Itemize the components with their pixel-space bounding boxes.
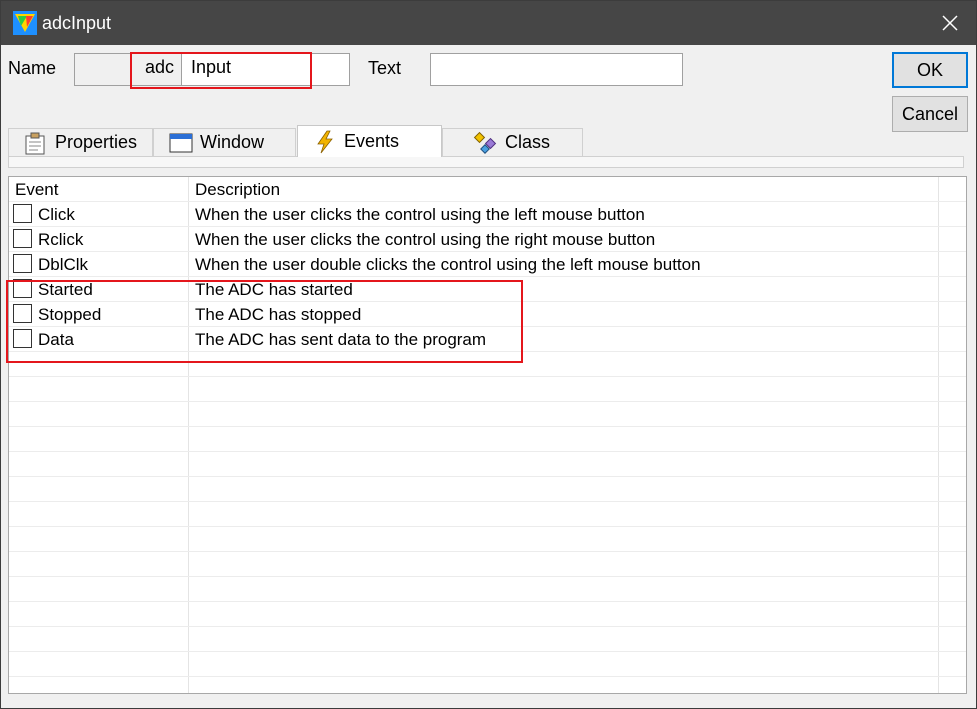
- table-header: Event Description: [9, 177, 966, 202]
- cancel-button[interactable]: Cancel: [892, 96, 968, 132]
- empty-row: [9, 527, 966, 552]
- event-description: When the user double clicks the control …: [195, 255, 701, 274]
- empty-row: [9, 502, 966, 527]
- empty-row: [9, 577, 966, 602]
- table-row: Rclick When the user clicks the control …: [9, 227, 966, 252]
- table-row: Started The ADC has started: [9, 277, 966, 302]
- properties-icon: [25, 132, 45, 154]
- table-row: Data The ADC has sent data to the progra…: [9, 327, 966, 352]
- empty-row: [9, 552, 966, 577]
- empty-row: [9, 627, 966, 652]
- event-column-header: Event: [15, 180, 59, 199]
- tab-window[interactable]: Window: [153, 128, 296, 156]
- event-name: Started: [38, 280, 93, 299]
- event-name: Data: [38, 330, 74, 349]
- event-description: The ADC has stopped: [195, 305, 362, 324]
- empty-row: [9, 352, 966, 377]
- event-description: When the user clicks the control using t…: [195, 205, 645, 224]
- ok-button[interactable]: OK: [892, 52, 968, 88]
- tab-label: Properties: [55, 132, 138, 152]
- text-label: Text: [368, 58, 402, 78]
- event-name: DblClk: [38, 255, 89, 274]
- title-bar[interactable]: adcInput: [1, 1, 976, 45]
- event-description: The ADC has started: [195, 280, 353, 299]
- event-description: The ADC has sent data to the program: [195, 330, 487, 349]
- event-checkbox[interactable]: [13, 329, 32, 348]
- event-checkbox[interactable]: [13, 279, 32, 298]
- table-row: Stopped The ADC has stopped: [9, 302, 966, 327]
- empty-row: [9, 402, 966, 427]
- table-row: DblClk When the user double clicks the c…: [9, 252, 966, 277]
- event-checkbox[interactable]: [13, 204, 32, 223]
- tab-properties[interactable]: Properties: [8, 128, 153, 156]
- window-icon: [169, 133, 193, 152]
- dialog-window: adcInput Name adc Input Text OK Cancel P…: [0, 0, 977, 709]
- name-input[interactable]: Input: [181, 53, 350, 86]
- events-table: Event Description Click When the user cl…: [8, 176, 967, 694]
- empty-row: [9, 602, 966, 627]
- close-button[interactable]: [924, 1, 976, 45]
- empty-row: [9, 477, 966, 502]
- tab-label: Window: [200, 132, 265, 152]
- empty-row: [9, 427, 966, 452]
- app-icon: [13, 11, 37, 35]
- empty-row: [9, 452, 966, 477]
- event-description: When the user clicks the control using t…: [195, 230, 656, 249]
- tab-panel-strip: [8, 156, 964, 168]
- window-title: adcInput: [42, 13, 112, 33]
- tab-events[interactable]: Events: [297, 125, 442, 157]
- close-icon: [942, 15, 958, 31]
- event-name: Stopped: [38, 305, 102, 324]
- table-row: Click When the user clicks the control u…: [9, 202, 966, 227]
- text-input[interactable]: [430, 53, 683, 86]
- event-name: Click: [38, 205, 75, 224]
- class-icon: [473, 131, 497, 154]
- empty-row: [9, 652, 966, 677]
- name-label: Name: [8, 58, 57, 78]
- name-prefix: adc: [145, 57, 175, 77]
- description-column-header: Description: [195, 180, 281, 199]
- event-checkbox[interactable]: [13, 254, 32, 273]
- tab-label: Class: [505, 132, 551, 152]
- event-name: Rclick: [38, 230, 84, 249]
- event-checkbox[interactable]: [13, 229, 32, 248]
- tab-class[interactable]: Class: [442, 128, 583, 156]
- tab-label: Events: [344, 131, 400, 151]
- event-checkbox[interactable]: [13, 304, 32, 323]
- empty-row: [9, 377, 966, 402]
- lightning-icon: [317, 130, 333, 153]
